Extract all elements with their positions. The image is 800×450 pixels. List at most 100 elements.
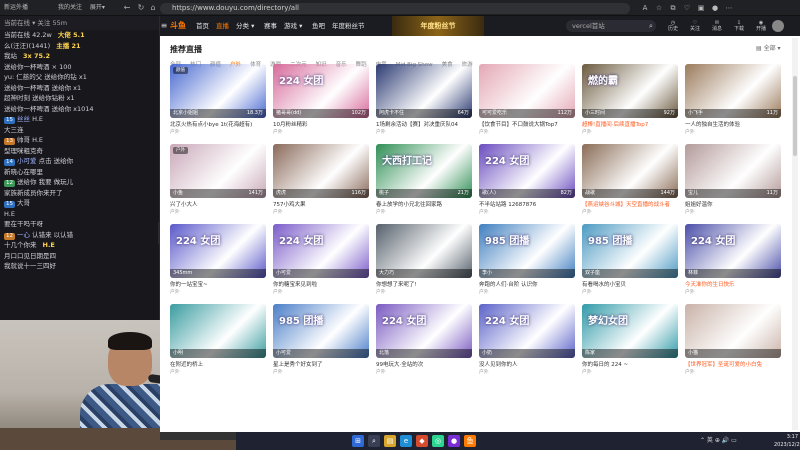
stream-card[interactable]: 燃的霸 小三时间 92万 超棒!直播间·后续直播Top7 户外	[582, 64, 678, 138]
stream-category[interactable]: 户外	[685, 209, 781, 216]
stream-thumbnail[interactable]: 985 团播 小可爱	[273, 304, 369, 358]
stream-thumbnail[interactable]: 小明	[170, 304, 266, 358]
stream-card[interactable]: 224 女团 小奶 没人见到你的人 户外	[479, 304, 575, 378]
stream-title[interactable]: 【饮食节目】不口鼓说大锅Top7	[479, 121, 575, 129]
stream-card[interactable]: 224 女团 北落 99电玩大·全站的次 户外	[376, 304, 472, 378]
stream-card[interactable]: 小飞手 11万一人的独自生活的体验 户外	[685, 64, 781, 138]
stream-thumbnail[interactable]: 虎虎 116万	[273, 144, 369, 198]
stream-category[interactable]: 户外	[376, 129, 472, 136]
site-logo[interactable]: 斗鱼	[170, 20, 194, 32]
menu-icon[interactable]: ⋯	[724, 3, 734, 13]
wechat-icon[interactable]: ◎	[432, 435, 444, 447]
stream-title[interactable]: 星上是秀个好女到了	[273, 361, 369, 369]
stream-thumbnail[interactable]: 梦幻女团 陈家	[582, 304, 678, 358]
favorites-icon[interactable]: ♡	[682, 3, 692, 13]
stream-card[interactable]: 224 女团 小可爱 你的糖宝来见到啦 户外	[273, 224, 369, 298]
stream-category[interactable]: 户外	[685, 289, 781, 296]
avatar[interactable]	[772, 20, 784, 32]
stream-title[interactable]: 一人的独自生活的体验	[685, 121, 781, 129]
stream-thumbnail[interactable]: 224 女团 林菲	[685, 224, 781, 278]
stream-card[interactable]: 大力巧 你想想了来呢了! 户外	[376, 224, 472, 298]
nav-home[interactable]: 首页	[196, 20, 209, 32]
stream-thumbnail[interactable]: 大西打工记 桃子 21万	[376, 144, 472, 198]
stream-card[interactable]: 985 团播 双子座 有看喝水的小宝贝 户外	[582, 224, 678, 298]
stream-category[interactable]: 户外	[582, 289, 678, 296]
stream-title[interactable]: 姐姐好温你	[685, 201, 781, 209]
browser-tab[interactable]: 我的关注	[58, 4, 82, 11]
stream-title[interactable]: 【世界冠军】圣诞可爱的小白兔	[685, 361, 781, 369]
stream-card[interactable]: 战歌 144万 【燕运峡谷斗城】天空直播的战斗者 户外	[582, 144, 678, 218]
nav-games[interactable]: 游戏 ▾	[284, 20, 302, 32]
stream-title[interactable]: 有看喝水的小宝贝	[582, 281, 678, 289]
nav-fishbar[interactable]: 鱼吧	[312, 20, 325, 32]
stream-thumbnail[interactable]: 小飞手 11万	[685, 64, 781, 118]
stream-title[interactable]: 奔跑的人们·台阶 认识你	[479, 281, 575, 289]
stream-category[interactable]: 户外	[479, 209, 575, 216]
chat-username[interactable]: 丝丝	[17, 115, 30, 123]
stream-category[interactable]: 户外	[376, 209, 472, 216]
stream-title[interactable]: 10月粉丝精彩	[273, 121, 369, 129]
nav-fan-festival[interactable]: 年度粉丝节	[332, 20, 365, 32]
stream-title[interactable]: 不半站站路 12687876	[479, 201, 575, 209]
broadcast-icon[interactable]: ◉ 开播	[750, 20, 772, 32]
back-icon[interactable]: ←	[122, 3, 132, 13]
extensions-icon[interactable]: ⧉	[668, 3, 678, 13]
stream-card[interactable]: 户外 小鱼 141万 兴了小大人 户外	[170, 144, 266, 218]
stream-title[interactable]: 在附近的桥上	[170, 361, 266, 369]
home-icon[interactable]: ⌂	[148, 3, 158, 13]
stream-title[interactable]: 你的每日的 224 ~	[582, 361, 678, 369]
stream-card[interactable]: 颜值 北京小姐姐 18.3万 北京火热有点小bye 1t(花海超有) 户外	[170, 64, 266, 138]
stream-title[interactable]: 【燕运峡谷斗城】天空直播的战斗者	[582, 201, 678, 209]
stream-thumbnail[interactable]: 224 女团 歌(人) 82万	[479, 144, 575, 198]
stream-title[interactable]: 你的一站宝宝~	[170, 281, 266, 289]
stream-title[interactable]: 757小鸡大果	[273, 201, 369, 209]
taskbar-clock[interactable]: 3:17 2023/12/29	[774, 433, 800, 449]
stream-category[interactable]: 户外	[170, 369, 266, 376]
stream-card[interactable]: 可可爱吃乐 112万 【饮食节目】不口鼓说大锅Top7 户外	[479, 64, 575, 138]
stream-category[interactable]: 户外	[685, 129, 781, 136]
search-taskbar-icon[interactable]: ⌕	[368, 435, 380, 447]
stream-card[interactable]: 224 女团 歌(人) 82万不半站站路 12687876 户外	[479, 144, 575, 218]
stream-thumbnail[interactable]: 224 女团 小奶	[479, 304, 575, 358]
chat-username[interactable]: 一心	[17, 231, 30, 239]
stream-category[interactable]: 户外	[685, 369, 781, 376]
stream-thumbnail[interactable]: 大力巧	[376, 224, 472, 278]
search-input[interactable]: vercel首站	[566, 20, 656, 32]
stream-card[interactable]: 宝儿 11万姐姐好温你 户外	[685, 144, 781, 218]
stream-thumbnail[interactable]: 阿虎卡不住 64万	[376, 64, 472, 118]
stream-card[interactable]: 224 女团 345mm 你的一站宝宝~ 户外	[170, 224, 266, 298]
fan-festival-banner[interactable]: 年度粉丝节	[392, 16, 484, 36]
stream-thumbnail[interactable]: 战歌 144万	[582, 144, 678, 198]
nav-events[interactable]: 赛事	[264, 20, 277, 32]
profile-icon[interactable]: ●	[710, 3, 720, 13]
stream-card[interactable]: 梦幻女团 陈家你的每日的 224 ~ 户外	[582, 304, 678, 378]
follow-icon[interactable]: ♡ 关注	[684, 20, 706, 32]
stream-title[interactable]: 北京火热有点小bye 1t(花海超有)	[170, 121, 266, 129]
stream-category[interactable]: 户外	[170, 209, 266, 216]
stream-card[interactable]: 大西打工记 桃子 21万 春上放学的小兄北往回家路 户外	[376, 144, 472, 218]
stream-category[interactable]: 户外	[582, 369, 678, 376]
stream-title[interactable]: 没人见到你的人	[479, 361, 575, 369]
browser-tab[interactable]: 新运外播	[4, 4, 28, 11]
nav-live[interactable]: 直播	[216, 20, 229, 32]
stream-category[interactable]: 户外	[582, 129, 678, 136]
view-toggle-button[interactable]: ▤ 全部 ▾	[756, 44, 781, 54]
system-tray[interactable]: ⌃ 英 ⊕ 🔊 ▭	[700, 436, 737, 446]
hamburger-icon[interactable]: ≡	[160, 20, 168, 32]
search-icon[interactable]: ⌕	[646, 20, 656, 32]
address-bar[interactable]: https://www.douyu.com/directory/all	[160, 3, 630, 14]
stream-thumbnail[interactable]: 224 女团 猪哥哥(dd) 102万	[273, 64, 369, 118]
translate-icon[interactable]: A	[640, 3, 650, 13]
browser-tab[interactable]: 展开▾	[90, 4, 105, 11]
star-icon[interactable]: ☆	[654, 3, 664, 13]
stream-thumbnail[interactable]: 224 女团 345mm	[170, 224, 266, 278]
stream-title[interactable]: 99电玩大·全站的次	[376, 361, 472, 369]
obs-icon[interactable]: ●	[448, 435, 460, 447]
stream-thumbnail[interactable]: 小猫	[685, 304, 781, 358]
stream-thumbnail[interactable]: 颜值 北京小姐姐 18.3万	[170, 64, 266, 118]
stream-title[interactable]: 兴了小大人	[170, 201, 266, 209]
stream-card[interactable]: 阿虎卡不住 64万 1场剩余活动【赛】对决重庆队04 户外	[376, 64, 472, 138]
stream-category[interactable]: 户外	[170, 289, 266, 296]
stream-thumbnail[interactable]: 宝儿 11万	[685, 144, 781, 198]
stream-title[interactable]: 超棒!直播间·后续直播Top7	[582, 121, 678, 129]
